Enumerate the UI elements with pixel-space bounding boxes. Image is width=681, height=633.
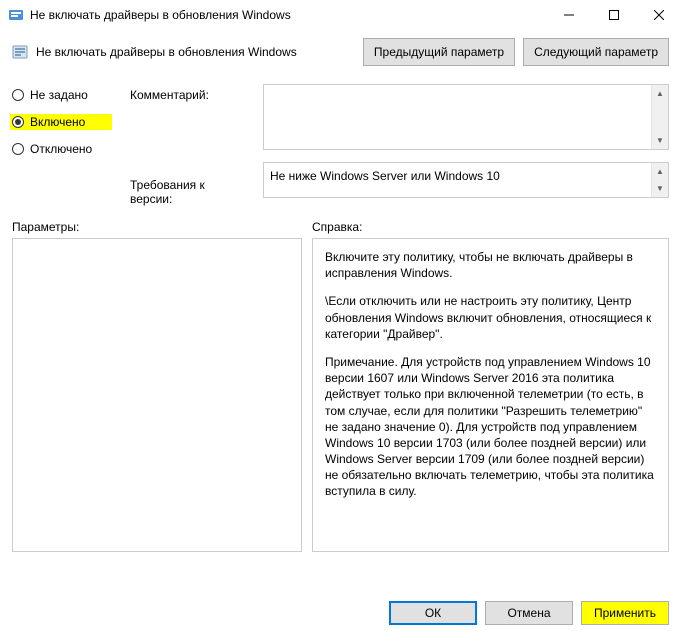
radio-disabled[interactable]: Отключено <box>12 142 112 156</box>
minimize-button[interactable] <box>546 0 591 30</box>
window-controls <box>546 0 681 30</box>
panels: Включите эту политику, чтобы не включать… <box>0 238 681 552</box>
radio-group: Не задано Включено Отключено <box>12 84 112 206</box>
radio-enabled[interactable]: Включено <box>10 114 112 130</box>
close-button[interactable] <box>636 0 681 30</box>
maximize-button[interactable] <box>591 0 636 30</box>
titlebar: Не включать драйверы в обновления Window… <box>0 0 681 30</box>
panels-labels: Параметры: Справка: <box>0 206 681 238</box>
previous-setting-button[interactable]: Предыдущий параметр <box>363 38 515 66</box>
help-paragraph: Примечание. Для устройств под управление… <box>325 354 656 500</box>
scroll-down-icon[interactable]: ▼ <box>652 132 669 149</box>
comment-label: Комментарий: <box>130 88 245 102</box>
help-label: Справка: <box>312 220 669 234</box>
ok-button[interactable]: ОК <box>389 601 477 625</box>
scrollbar[interactable]: ▲ ▼ <box>651 163 668 197</box>
policy-title: Не включать драйверы в обновления Window… <box>36 45 297 59</box>
fields-column: ▲ ▼ Не ниже Windows Server или Windows 1… <box>263 84 669 206</box>
header-row: Не включать драйверы в обновления Window… <box>0 30 681 74</box>
radio-icon <box>12 143 24 155</box>
radio-label: Включено <box>30 115 85 129</box>
requirements-value: Не ниже Windows Server или Windows 10 <box>270 167 647 193</box>
radio-label: Не задано <box>30 88 88 102</box>
parameters-panel <box>12 238 302 552</box>
scroll-up-icon[interactable]: ▲ <box>652 163 669 180</box>
radio-not-configured[interactable]: Не задано <box>12 88 112 102</box>
footer-buttons: ОК Отмена Применить <box>389 601 669 625</box>
radio-icon <box>12 116 24 128</box>
cancel-button[interactable]: Отмена <box>485 601 573 625</box>
apply-button[interactable]: Применить <box>581 601 669 625</box>
parameters-label: Параметры: <box>12 220 302 234</box>
comment-textbox[interactable]: ▲ ▼ <box>263 84 669 150</box>
next-setting-button[interactable]: Следующий параметр <box>523 38 669 66</box>
requirements-textbox: Не ниже Windows Server или Windows 10 ▲ … <box>263 162 669 198</box>
policy-icon <box>12 44 28 60</box>
window-title: Не включать драйверы в обновления Window… <box>30 8 291 22</box>
requirements-label: Требования к версии: <box>130 178 245 206</box>
app-icon <box>8 7 24 23</box>
label-column: Комментарий: Требования к версии: <box>130 84 245 206</box>
radio-icon <box>12 89 24 101</box>
help-paragraph: \Если отключить или не настроить эту пол… <box>325 293 656 342</box>
radio-label: Отключено <box>30 142 92 156</box>
scroll-down-icon[interactable]: ▼ <box>652 180 669 197</box>
help-panel: Включите эту политику, чтобы не включать… <box>312 238 669 552</box>
comment-value <box>270 89 647 145</box>
scroll-up-icon[interactable]: ▲ <box>652 85 669 102</box>
settings-area: Не задано Включено Отключено Комментарий… <box>0 74 681 206</box>
scrollbar[interactable]: ▲ ▼ <box>651 85 668 149</box>
help-paragraph: Включите эту политику, чтобы не включать… <box>325 249 656 281</box>
